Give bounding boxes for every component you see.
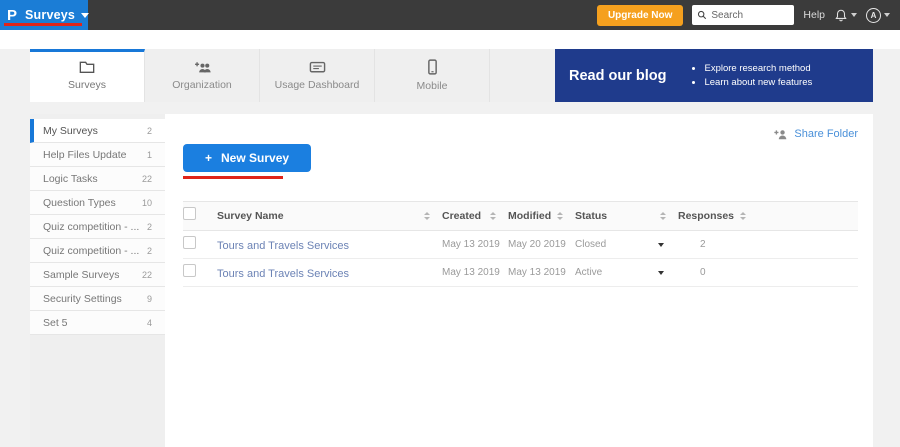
monitor-icon: [309, 61, 326, 74]
product-switcher[interactable]: P Surveys: [0, 0, 88, 30]
product-name: Surveys: [25, 8, 75, 22]
chevron-down-icon: [81, 13, 89, 18]
spacer-band: [0, 30, 900, 49]
tab-mobile[interactable]: Mobile: [375, 49, 490, 102]
responses-cell: 0: [678, 267, 753, 278]
add-people-icon: [193, 60, 212, 74]
topbar-actions: Upgrade Now Help A: [597, 5, 900, 26]
survey-name-link[interactable]: Tours and Travels Services: [217, 268, 349, 280]
row-checkbox[interactable]: [183, 264, 196, 277]
survey-name-link[interactable]: Tours and Travels Services: [217, 240, 349, 252]
responses-cell: 2: [678, 239, 753, 250]
upgrade-now-button[interactable]: Upgrade Now: [597, 5, 683, 26]
annotation-underline-new-survey: [183, 176, 283, 179]
sidebar-item-set-5[interactable]: Set 54: [30, 311, 165, 335]
notifications-button[interactable]: [834, 8, 857, 23]
sidebar-item-quiz-competition-2[interactable]: Quiz competition - ...2: [30, 239, 165, 263]
sort-icon[interactable]: [660, 212, 666, 220]
folder-count: 10: [142, 198, 152, 208]
sidebar-item-logic-tasks[interactable]: Logic Tasks22: [30, 167, 165, 191]
blog-banner-title: Read our blog: [569, 68, 666, 84]
search-input[interactable]: [711, 10, 786, 21]
page-left-margin: [0, 49, 30, 447]
tab-usage-dashboard[interactable]: Usage Dashboard: [260, 49, 375, 102]
table-header-row: Survey Name Created Modified Status Resp…: [183, 201, 858, 231]
sort-icon[interactable]: [557, 212, 563, 220]
blog-banner[interactable]: Read our blog Explore research method Le…: [555, 49, 873, 102]
top-bar: P Surveys Upgrade Now Help A: [0, 0, 900, 30]
folder-icon: [79, 60, 95, 74]
help-link[interactable]: Help: [803, 9, 825, 21]
sidebar-item-question-types[interactable]: Question Types10: [30, 191, 165, 215]
modified-cell: May 20 2019: [508, 239, 575, 250]
sidebar-item-my-surveys[interactable]: My Surveys2: [30, 119, 165, 143]
sort-icon[interactable]: [424, 212, 430, 220]
folder-count: 9: [147, 294, 152, 304]
status-value: Closed: [575, 239, 606, 250]
surveys-table: Survey Name Created Modified Status Resp…: [183, 201, 858, 287]
sort-icon[interactable]: [740, 212, 746, 220]
chevron-down-icon: [851, 13, 857, 17]
folder-count: 22: [142, 270, 152, 280]
chevron-down-icon: [884, 13, 890, 17]
sidebar-item-quiz-competition-1[interactable]: Quiz competition - ...2: [30, 215, 165, 239]
sort-icon[interactable]: [490, 212, 496, 220]
sidebar-item-sample-surveys[interactable]: Sample Surveys22: [30, 263, 165, 287]
annotation-underline-logo: [4, 23, 82, 26]
sidebar-item-help-files-update[interactable]: Help Files Update1: [30, 143, 165, 167]
plus-icon: +: [205, 151, 212, 165]
created-cell: May 13 2019: [442, 239, 508, 250]
main-content: + New Survey Share Folder Survey Name: [165, 114, 873, 447]
status-dropdown-icon[interactable]: [658, 243, 664, 247]
table-row: Tours and Travels Services May 13 2019 M…: [183, 231, 858, 259]
folder-count: 22: [142, 174, 152, 184]
blog-bullet: Learn about new features: [704, 77, 812, 88]
smartphone-icon: [427, 59, 438, 75]
sidebar-item-security-settings[interactable]: Security Settings9: [30, 287, 165, 311]
folder-count: 2: [147, 126, 152, 136]
folder-count: 1: [147, 150, 152, 160]
search-icon: [697, 10, 707, 20]
status-dropdown-icon[interactable]: [658, 271, 664, 275]
add-person-icon: [773, 129, 788, 140]
status-value: Active: [575, 267, 602, 278]
proprofs-logo-icon: P: [7, 7, 17, 24]
tab-surveys[interactable]: Surveys: [30, 49, 145, 102]
tab-organization[interactable]: Organization: [145, 49, 260, 102]
row-checkbox[interactable]: [183, 236, 196, 249]
folders-sidebar: My Surveys2 Help Files Update1 Logic Tas…: [30, 114, 165, 447]
table-row: Tours and Travels Services May 13 2019 M…: [183, 259, 858, 287]
new-survey-button[interactable]: + New Survey: [183, 144, 311, 172]
share-folder-link[interactable]: Share Folder: [773, 128, 858, 140]
blog-banner-bullets: Explore research method Learn about new …: [704, 60, 812, 91]
select-all-checkbox[interactable]: [183, 207, 196, 220]
created-cell: May 13 2019: [442, 267, 508, 278]
spacer-gap: [30, 102, 873, 114]
avatar: A: [866, 8, 881, 23]
tab-strip-gap: [490, 49, 555, 102]
modified-cell: May 13 2019: [508, 267, 575, 278]
blog-bullet: Explore research method: [704, 63, 812, 74]
page-right-margin: [873, 49, 900, 447]
folder-count: 2: [147, 222, 152, 232]
account-menu[interactable]: A: [866, 8, 890, 23]
folder-count: 4: [147, 318, 152, 328]
search-box[interactable]: [692, 5, 794, 25]
tab-strip: Surveys Organization Usage Dashboard Mob…: [30, 49, 873, 102]
bell-icon: [834, 8, 848, 23]
folder-count: 2: [147, 246, 152, 256]
